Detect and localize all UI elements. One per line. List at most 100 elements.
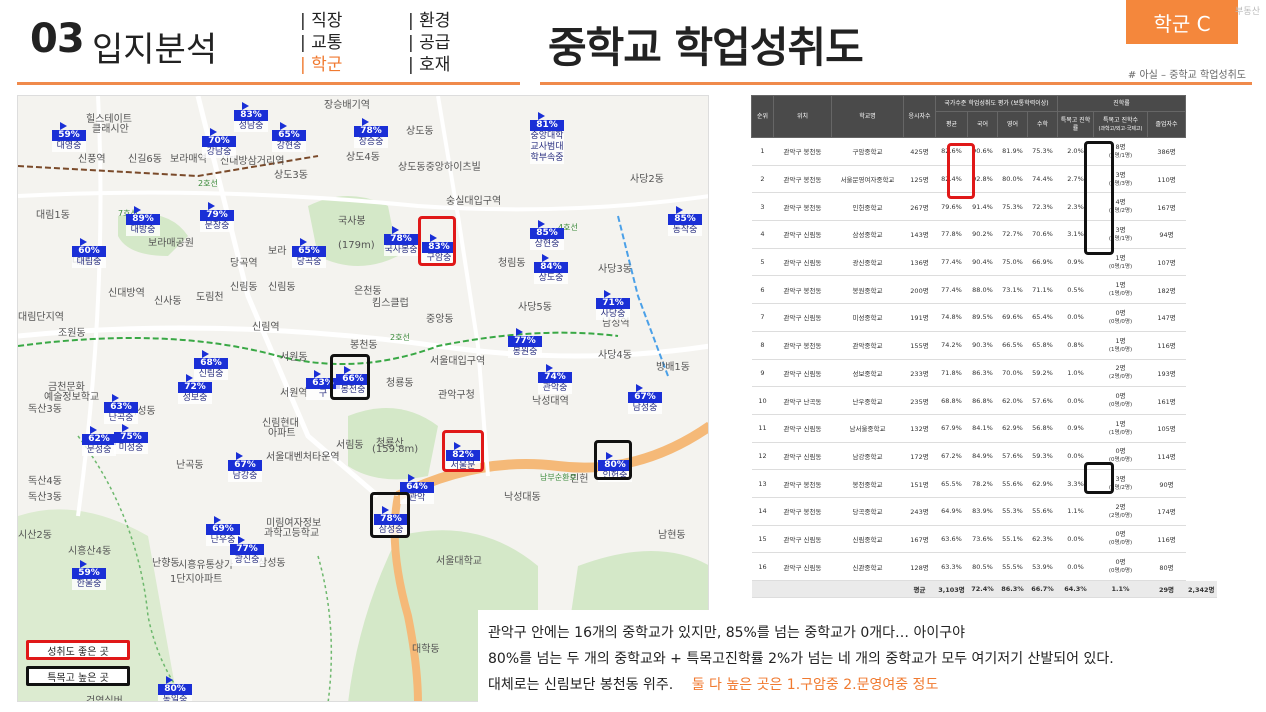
table-cell: 1.1% bbox=[1093, 580, 1148, 598]
marker-percentage: 63% bbox=[104, 394, 138, 413]
school-marker[interactable]: 78% 국사봉중 bbox=[384, 226, 418, 256]
marker-school-name: 봉원중 bbox=[508, 347, 542, 358]
nav-item-transport[interactable]: | 교통 bbox=[300, 32, 342, 54]
table-row: 4 관악구 신림동 삼성중학교 143명 77.8% 90.2% 72.7% 70.6% 3.1… bbox=[751, 220, 1218, 249]
table-cell: 2명 (2명/0명) bbox=[1093, 497, 1148, 526]
nav-item-supply[interactable]: | 공급 bbox=[408, 32, 450, 54]
district-label: 서원역 bbox=[280, 388, 308, 399]
school-marker[interactable]: 85% 동작중 bbox=[668, 206, 702, 236]
nav-item-school[interactable]: | 학군 bbox=[300, 54, 342, 76]
table-cell: 관악구 신림동 bbox=[773, 220, 832, 249]
table-cell: 0.8% bbox=[1057, 331, 1094, 360]
school-marker[interactable]: 77% 광신중 bbox=[230, 536, 264, 566]
school-marker[interactable]: 63% 난곡중 bbox=[104, 394, 138, 424]
table-cell: 243명 bbox=[903, 497, 936, 526]
table-cell: 71.8% bbox=[935, 359, 968, 388]
school-marker[interactable]: 81% 중앙대학교사범대학부속중 bbox=[530, 112, 564, 164]
table-cell: 1명 (1명/0명) bbox=[1093, 414, 1148, 443]
table-cell: 2명 (2명/0명) bbox=[1093, 359, 1148, 388]
table-cell: 83.9% bbox=[967, 497, 998, 526]
table-cell: 2 bbox=[751, 165, 774, 194]
table-cell: 66.9% bbox=[1027, 248, 1058, 277]
road-label: 남부순환로 bbox=[540, 473, 577, 482]
table-cell: 관악구 봉천동 bbox=[773, 137, 832, 166]
table-cell: 167명 bbox=[903, 525, 936, 554]
district-label: 사당5동 bbox=[518, 302, 552, 313]
highlight-box-black bbox=[370, 492, 410, 538]
cell-count-breakdown: (2명/0명) bbox=[1108, 374, 1133, 381]
marker-percentage: 80% bbox=[158, 676, 192, 695]
table-cell: 69.6% bbox=[997, 303, 1028, 332]
district-label: 난곡동 bbox=[176, 460, 204, 471]
comment-highlight: 둘 다 높은 곳은 1.구암중 2.문영여중 정도 bbox=[691, 677, 939, 693]
school-marker[interactable]: 68% 신림중 bbox=[194, 350, 228, 380]
table-cell: 57.6% bbox=[1027, 386, 1058, 415]
th-average: 평균 bbox=[935, 111, 968, 138]
district-label: 방배1동 bbox=[656, 362, 690, 373]
nav-item-development[interactable]: | 호재 bbox=[408, 54, 450, 76]
cell-count-breakdown: (0명/0명) bbox=[1108, 568, 1133, 575]
highlight-box-black bbox=[330, 354, 370, 400]
table-cell: 71.1% bbox=[1027, 275, 1058, 305]
district-label: 청림동 bbox=[498, 258, 526, 269]
table-row: 1 관악구 봉천동 구암중학교 425명 82.6% 90.6% 81.9% 75.3% 2.0… bbox=[751, 137, 1218, 166]
marker-school-name: 국사봉중 bbox=[384, 245, 418, 256]
school-marker[interactable]: 67% 남성중 bbox=[628, 384, 662, 414]
section-title: 입지분석 bbox=[92, 30, 218, 70]
school-marker[interactable]: 85% 상현중 bbox=[530, 220, 564, 250]
cell-count: 1명 bbox=[1115, 336, 1126, 345]
nav-item-environment[interactable]: | 환경 bbox=[408, 10, 450, 32]
district-label: 시흥산4동 bbox=[68, 546, 112, 557]
school-marker[interactable]: 59% 대영중 bbox=[52, 122, 86, 152]
cell-count-breakdown: (1명/0명) bbox=[1108, 291, 1133, 298]
school-marker[interactable]: 59% 한울중 bbox=[72, 560, 106, 590]
school-marker[interactable]: 72% 성보중 bbox=[178, 374, 212, 404]
marker-school-name: 성남중 bbox=[234, 121, 268, 132]
cell-count: 3명 bbox=[1115, 225, 1126, 234]
school-marker[interactable]: 84% 상도중 bbox=[534, 254, 568, 284]
school-marker[interactable]: 89% 대방중 bbox=[126, 206, 160, 236]
district-label: 시흥유통상가 bbox=[178, 560, 234, 571]
school-marker[interactable]: 78% 장승중 bbox=[354, 118, 388, 148]
table-cell: 174명 bbox=[1147, 497, 1186, 526]
nav-item-job[interactable]: | 직장 bbox=[300, 10, 342, 32]
district-label: 청룡동 bbox=[386, 378, 414, 389]
table-cell: 0명 (0명/0명) bbox=[1093, 552, 1148, 581]
school-marker[interactable]: 75% 미성중 bbox=[114, 424, 148, 454]
marker-percentage: 59% bbox=[72, 560, 106, 579]
district-label: 보라매공원 bbox=[148, 238, 194, 249]
marker-school-name: 미성중 bbox=[114, 443, 148, 454]
cell-count: 0명 bbox=[1115, 392, 1126, 401]
district-label: 상도3동 bbox=[274, 170, 308, 181]
marker-school-name: 남성중 bbox=[628, 403, 662, 414]
table-cell: 62.0% bbox=[997, 386, 1028, 415]
hiking-trail bbox=[317, 555, 333, 701]
school-marker[interactable]: 70% 강남중 bbox=[202, 128, 236, 158]
school-marker[interactable]: 60% 대림중 bbox=[72, 238, 106, 268]
table-cell: 봉원중학교 bbox=[831, 275, 904, 305]
school-marker[interactable]: 62% 문성중 bbox=[82, 426, 116, 456]
school-marker[interactable]: 77% 봉원중 bbox=[508, 328, 542, 358]
table-body: 1 관악구 봉천동 구암중학교 425명 82.6% 90.6% 81.9% 75.3% 2.0… bbox=[751, 137, 1218, 598]
table-cell: 55.6% bbox=[1027, 497, 1058, 526]
marker-school-name: 문창중 bbox=[200, 221, 234, 232]
table-cell: 11 bbox=[751, 414, 774, 443]
table-cell: 64.3% bbox=[1057, 580, 1094, 598]
th-special-count-sub: (과학고/외고·국제고) bbox=[1098, 125, 1143, 132]
table-cell: 77.4% bbox=[935, 275, 968, 305]
table-cell: 0명 (0명/0명) bbox=[1093, 386, 1148, 415]
school-marker[interactable]: 80% 동일중 bbox=[158, 676, 192, 701]
school-marker[interactable]: 83% 성남중 bbox=[234, 102, 268, 132]
table-cell: 72.3% bbox=[1027, 192, 1058, 222]
legend-black-label: 특목고 높은 곳 bbox=[47, 672, 109, 684]
table-cell: 관악구 신림동 bbox=[773, 414, 832, 443]
school-marker[interactable]: 71% 사당중 bbox=[596, 290, 630, 320]
school-marker[interactable]: 69% 난우중 bbox=[206, 516, 240, 546]
school-marker[interactable]: 79% 문창중 bbox=[200, 202, 234, 232]
school-marker[interactable]: 74% 관악중 bbox=[538, 364, 572, 394]
school-marker[interactable]: 67% 남강중 bbox=[228, 452, 262, 482]
header-divider-left bbox=[17, 82, 520, 85]
table-cell: 53.9% bbox=[1027, 552, 1058, 581]
school-marker[interactable]: 65% 당곡중 bbox=[292, 238, 326, 268]
school-marker[interactable]: 65% 강현중 bbox=[272, 122, 306, 152]
